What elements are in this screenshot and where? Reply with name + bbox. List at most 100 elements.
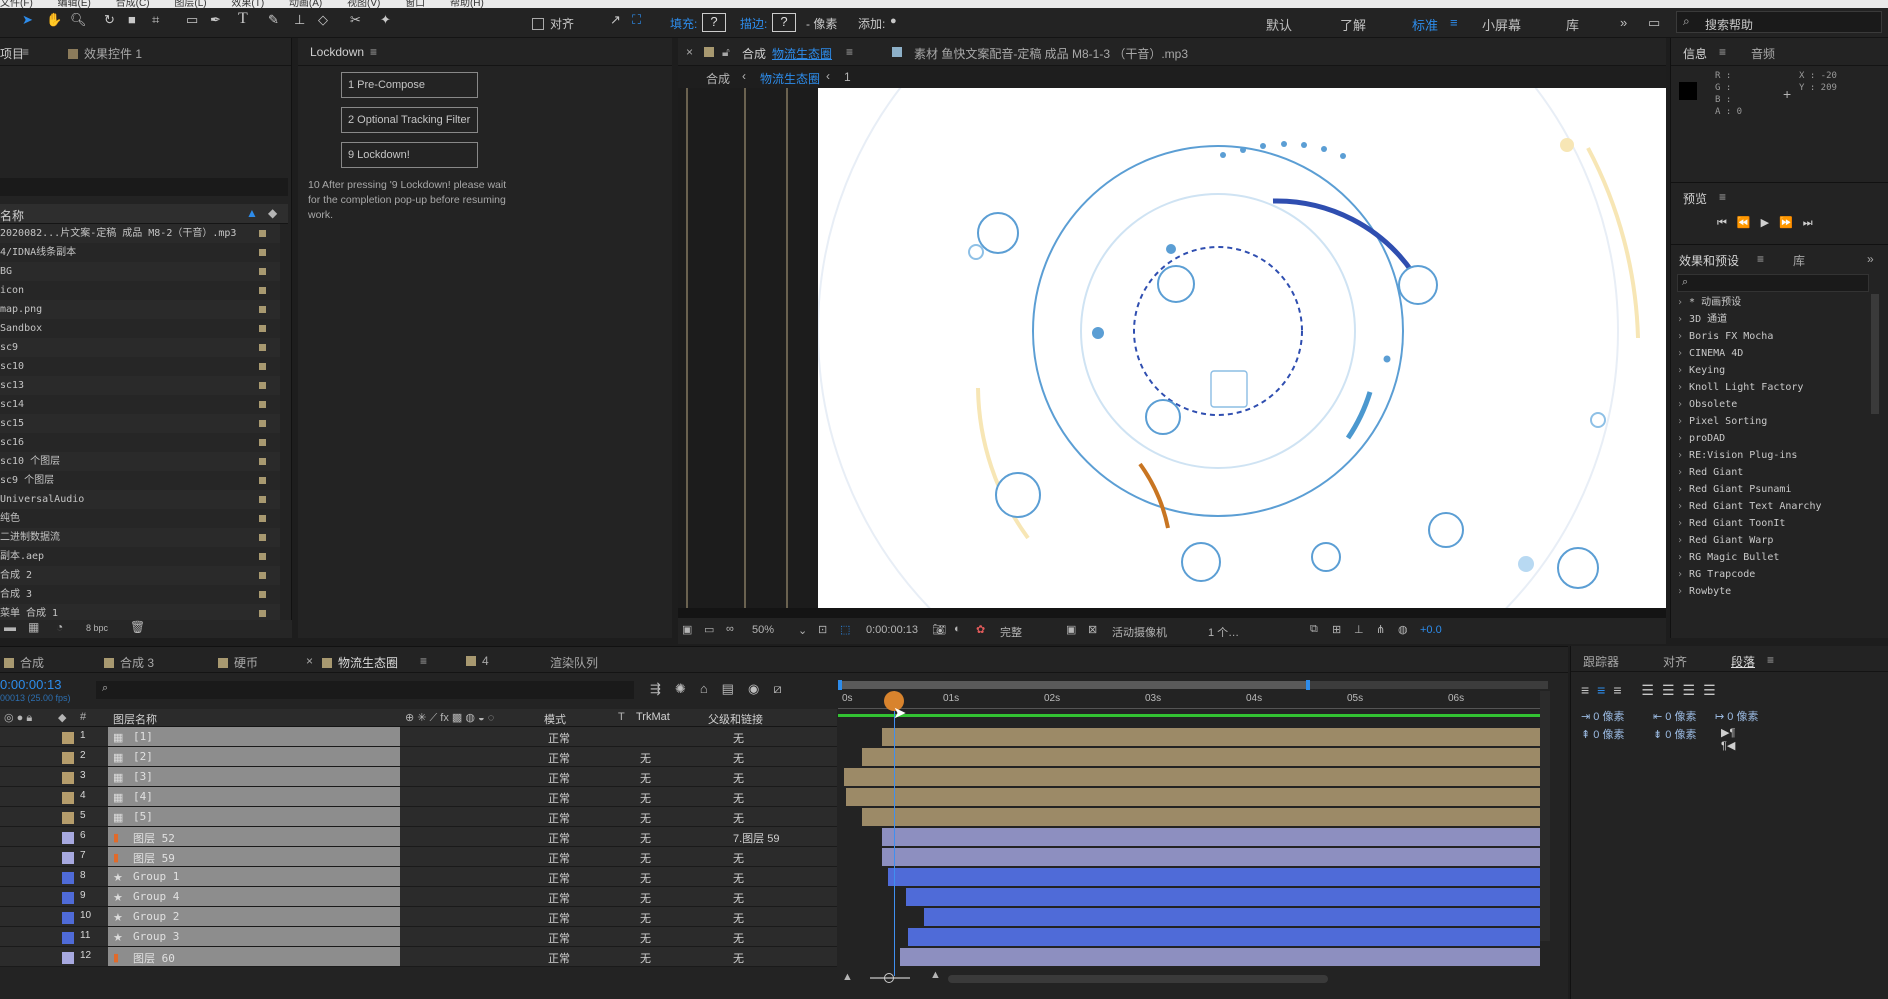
layer-duration-bar[interactable] — [882, 848, 1540, 866]
layer-name[interactable]: 图层 52 — [133, 830, 175, 846]
effects-category[interactable]: proDAD — [1677, 430, 1867, 447]
project-item[interactable]: map.png — [0, 300, 280, 319]
zoom-tool-icon[interactable]: 🔍︎ — [70, 12, 87, 28]
layer-name-header[interactable]: 图层名称 — [113, 711, 157, 727]
effects-search-input[interactable]: ⌕ — [1677, 274, 1869, 292]
always-preview-icon[interactable]: ▣ — [682, 623, 692, 636]
label-tag-icon[interactable]: ◆ — [268, 206, 277, 220]
layer-trkmat-dropdown[interactable]: 无 — [640, 790, 651, 806]
channel-icon[interactable]: ✿ — [976, 623, 985, 636]
vr-icon[interactable]: ∞ — [726, 623, 734, 635]
prev-frame-icon[interactable]: ⏪ — [1737, 217, 1761, 229]
effects-category[interactable]: Pixel Sorting — [1677, 413, 1867, 430]
comp-viewer[interactable] — [678, 88, 1666, 618]
layer-label-color[interactable] — [62, 912, 74, 924]
tl-tab-4-label[interactable]: 4 — [482, 654, 489, 668]
layer-row[interactable]: 11 ★ Group 3 正常 无 无 — [0, 927, 837, 947]
add-dropdown-icon[interactable]: ● — [890, 15, 897, 27]
monitor-icon[interactable]: ▭ — [704, 623, 714, 636]
new-comp-icon[interactable]: ▦ — [28, 620, 39, 634]
region-icon[interactable]: ▣ — [1066, 623, 1076, 636]
pen-tool-icon[interactable]: ✒ — [210, 12, 221, 28]
preview-menu-icon[interactable]: ≡ — [1719, 190, 1726, 204]
layer-mode-dropdown[interactable]: 正常 — [548, 770, 570, 786]
layer-duration-bar[interactable] — [862, 808, 1540, 826]
effects-category[interactable]: Boris FX Mocha — [1677, 328, 1867, 345]
breadcrumb-num[interactable]: 1 — [844, 70, 851, 84]
resolution-dropdown[interactable]: 完整 — [1000, 624, 1022, 640]
workspace-small[interactable]: 小屏幕 — [1482, 15, 1521, 34]
effects-menu-icon[interactable]: ≡ — [1757, 252, 1764, 266]
pan-behind-icon[interactable]: ⌗ — [152, 12, 159, 28]
tl-hscroll[interactable] — [948, 975, 1328, 983]
zoom-chevron-icon[interactable]: ⌄ — [798, 624, 807, 637]
tl-tab-comp3-label[interactable]: 合成 3 — [120, 656, 154, 670]
layer-row[interactable]: 6 ▮ 图层 52 正常 无 7.图层 59 — [0, 827, 837, 847]
fill-label[interactable]: 填充: — [670, 15, 697, 32]
layer-parent-dropdown[interactable]: 无 — [733, 770, 744, 786]
layer-trkmat-dropdown[interactable]: 无 — [640, 850, 651, 866]
lockdown-menu-icon[interactable]: ≡ — [370, 45, 377, 59]
layer-name[interactable]: 图层 59 — [133, 850, 175, 866]
project-item[interactable]: sc10 — [0, 357, 280, 376]
clone-stamp-icon[interactable]: ⊥ — [294, 12, 305, 28]
layer-trkmat-dropdown[interactable]: 无 — [640, 830, 651, 846]
layer-trkmat-dropdown[interactable]: 无 — [640, 930, 651, 946]
type-tool-icon[interactable]: T — [238, 10, 248, 28]
align-checkbox[interactable] — [532, 18, 544, 30]
layer-row[interactable]: 12 ▮ 图层 60 正常 无 无 — [0, 947, 837, 967]
effects-category[interactable]: Knoll Light Factory — [1677, 379, 1867, 396]
layer-name[interactable]: Group 1 — [133, 870, 179, 883]
layer-trkmat-dropdown[interactable]: 无 — [640, 890, 651, 906]
layer-duration-bar[interactable] — [882, 828, 1540, 846]
brush-tool-icon[interactable]: ✎ — [268, 12, 279, 28]
viewer-icon-a[interactable]: ⧉ — [1310, 623, 1318, 636]
effects-category[interactable]: Red Giant — [1677, 464, 1867, 481]
comp-canvas[interactable] — [817, 88, 1666, 618]
layer-duration-bar[interactable] — [888, 868, 1540, 886]
time-graph[interactable]: 0s 01s 02s 03s 04s 05s 06s ➤ — [838, 677, 1550, 977]
tab-lockdown[interactable]: Lockdown — [310, 45, 364, 59]
workspace-more-icon[interactable]: » — [1620, 15, 1627, 30]
layer-label-color[interactable] — [62, 932, 74, 944]
layer-mode-dropdown[interactable]: 正常 — [548, 870, 570, 886]
last-frame-icon[interactable]: ⏭ — [1803, 217, 1823, 229]
close-comp-icon[interactable]: × — [686, 45, 693, 59]
tl-search-input[interactable]: ⌕ — [96, 681, 634, 699]
tl-tab-render[interactable]: 渲染队列 — [550, 654, 598, 671]
fill-swatch[interactable]: ? — [702, 13, 726, 32]
layer-name[interactable]: Group 3 — [133, 930, 179, 943]
effects-category[interactable]: 3D 通道 — [1677, 311, 1867, 328]
camera-tool-icon[interactable]: ■ — [128, 12, 136, 27]
effects-scrollbar[interactable] — [1871, 294, 1879, 414]
project-item[interactable]: 4/IDNA线条副本 — [0, 243, 280, 262]
breadcrumb-active[interactable]: 物流生态圈 — [760, 70, 820, 87]
effects-category[interactable]: Red Giant Warp — [1677, 532, 1867, 549]
effects-category[interactable]: RG Magic Bullet — [1677, 549, 1867, 566]
hand-tool-icon[interactable]: ✋ — [46, 12, 62, 28]
layer-duration-bar[interactable] — [900, 948, 1540, 966]
menu-layer[interactable]: 图层(L) — [174, 0, 206, 8]
new-folder-icon[interactable]: ▬ — [4, 620, 16, 634]
tab-project[interactable]: 项目 — [0, 45, 24, 62]
layer-parent-dropdown[interactable]: 无 — [733, 730, 744, 746]
viewer-icon-c[interactable]: ⊥ — [1354, 623, 1364, 636]
layer-label-color[interactable] — [62, 752, 74, 764]
layer-label-color[interactable] — [62, 892, 74, 904]
project-item[interactable]: UniversalAudio — [0, 490, 280, 509]
tl-timecode[interactable]: 0:00:00:13 — [0, 677, 61, 692]
layer-mode-dropdown[interactable]: 正常 — [548, 830, 570, 846]
pre-compose-button[interactable]: 1 Pre-Compose — [341, 72, 478, 98]
comp-menu-icon[interactable]: ≡ — [846, 45, 853, 59]
layer-trkmat-dropdown[interactable]: 无 — [640, 770, 651, 786]
project-item[interactable]: 2020082...片文案-定稿 成品 M8-2（干音）.mp3 — [0, 224, 280, 243]
menu-help[interactable]: 帮助(H) — [450, 0, 484, 8]
layer-mode-dropdown[interactable]: 正常 — [548, 890, 570, 906]
direction-icon[interactable]: ▶¶ ¶◀ — [1721, 726, 1735, 752]
tab-library[interactable]: 库 — [1793, 252, 1805, 269]
layer-row[interactable]: 2 ▦ [2] 正常 无 无 — [0, 747, 837, 767]
workspace-default[interactable]: 默认 — [1266, 15, 1292, 34]
layer-parent-dropdown[interactable]: 无 — [733, 750, 744, 766]
layer-duration-bar[interactable] — [924, 908, 1540, 926]
stroke-swatch[interactable]: ? — [772, 13, 796, 32]
